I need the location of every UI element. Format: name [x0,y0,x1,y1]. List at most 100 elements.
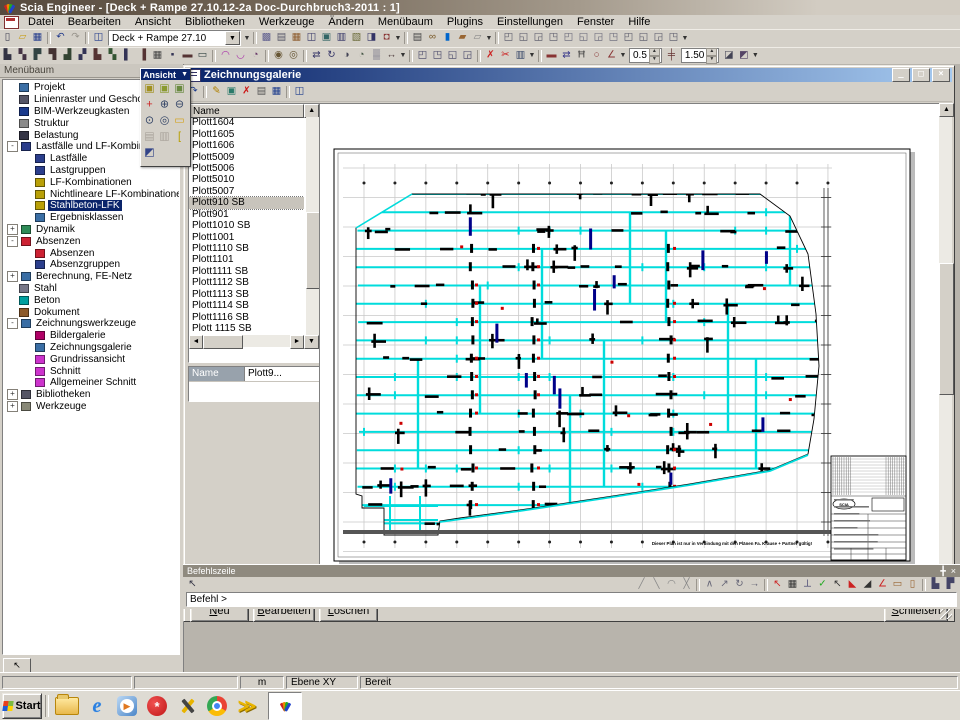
list-item-plott1010-sb[interactable]: Plott1010 SB [189,220,304,231]
close-icon[interactable]: × [951,566,956,577]
scale-icon[interactable]: ◔ [354,49,369,63]
list-column-header[interactable]: Name [189,104,304,118]
zoom-in-icon[interactable]: ⊕ [157,97,172,113]
select-icon-2[interactable]: ◎ [286,49,301,63]
column-icon-2[interactable]: ▐ [135,49,150,63]
list-item-plott1113-sb[interactable]: Plott1113 SB [189,289,304,300]
preview-plot-icon[interactable]: ◫ [292,85,307,99]
command-panel-title[interactable]: Befehlszeile ╋ × [183,565,960,577]
beam-icon-8[interactable]: ▚ [105,49,120,63]
circle-icon[interactable]: ○ [589,49,604,63]
list-item-plott5010[interactable]: Plott5010 [189,174,304,185]
toolbar-more-icon[interactable]: ▼ [485,35,493,42]
tree-item-absenzgruppen[interactable]: Absenzgruppen [3,259,179,271]
folder-icon[interactable] [52,693,82,719]
list-item-plott5006[interactable]: Plott5006 [189,163,304,174]
menu-einstellungen[interactable]: Einstellungen [490,16,570,28]
expand-icon[interactable]: + [7,401,18,412]
layer-select-icon[interactable]: ◪ [721,49,736,63]
chrome-icon[interactable] [202,693,232,719]
tree-item-stahlbeton-lfk[interactable]: Stahlbeton-LFK [3,200,179,212]
snap-angle-icon[interactable]: ∠ [875,578,890,592]
rotate-icon[interactable]: ↻ [324,49,339,63]
view-param-icon-1[interactable]: ◰ [501,31,516,45]
select-icon-1[interactable]: ◉ [271,49,286,63]
tree-item-beton[interactable]: Beton [3,294,179,306]
project-combo[interactable]: Deck + Rampe 27.10 ▼ [108,30,241,46]
list-item-plott1101[interactable]: Plott1101 [189,254,304,265]
tree-item-bildergalerie[interactable]: Bildergalerie [3,330,179,342]
view-param-icon-9[interactable]: ◰ [621,31,636,45]
command-input[interactable]: Befehl > [186,592,957,607]
collapse-icon[interactable]: - [7,318,18,329]
picture-icon[interactable]: ◫ [304,31,319,45]
snap-rotate-icon[interactable]: ↻ [732,578,747,592]
tree-item-berechnung-fe-netz[interactable]: +Berechnung, FE-Netz [3,271,179,283]
scia-hand-icon[interactable]: * [142,693,172,719]
edit-plot-icon[interactable]: ✎ [209,85,224,99]
list-item-plott1110-sb[interactable]: Plott1110 SB [189,243,304,254]
maximize-button[interactable]: □ [912,68,930,82]
tree-item-zeichnungsgalerie[interactable]: Zeichnungsgalerie [3,342,179,354]
snap-int-icon[interactable]: ◢ [860,578,875,592]
view-param-icon-6[interactable]: ◱ [576,31,591,45]
plane-icon-2[interactable]: ▛ [943,578,958,592]
tree-item-schnitt[interactable]: Schnitt [3,365,179,377]
copy-picture-icon[interactable]: ▣ [319,31,334,45]
toolbar-more-icon[interactable]: ▼ [528,52,536,59]
move-icon[interactable]: ⇄ [309,49,324,63]
minimize-button[interactable]: _ [892,68,910,82]
media-player-icon[interactable]: ▶ [112,693,142,719]
list-vertical-scrollbar[interactable] [306,117,319,335]
property-name-cell[interactable]: Name [189,367,245,381]
menu-bearbeiten[interactable]: Bearbeiten [61,16,128,28]
expand-icon[interactable]: + [7,271,18,282]
arc-icon[interactable]: ◔ [248,49,263,63]
dim-2-icon[interactable]: ⇄ [559,49,574,63]
save-icon[interactable]: ▦ [30,31,45,45]
calc-icon[interactable]: ◘ [379,31,394,45]
zoom-window-icon[interactable]: ⊙ [142,113,157,129]
tree-item-nichtlineare-lf-kombinationen[interactable]: Nichtlineare LF-Kombinationen [3,188,179,200]
snap-step-spinner[interactable]: 0.5▲▼ [629,48,662,63]
menu-hilfe[interactable]: Hilfe [621,16,657,28]
menu-ndern[interactable]: Ändern [321,16,370,28]
view-settings-icon[interactable]: ◩ [142,145,157,161]
scroll-left-icon[interactable]: ◄ [189,335,203,349]
beam-icon-6[interactable]: ▞ [75,49,90,63]
delete-plot-icon[interactable]: ✗ [239,85,254,99]
tree-item-stahl[interactable]: Stahl [3,283,179,295]
modify-red-icon[interactable]: ✂ [498,49,513,63]
view-param-icon-10[interactable]: ◱ [636,31,651,45]
gallery-icon[interactable]: ▦ [289,31,304,45]
cursor-snap-icon[interactable]: ↖ [770,578,785,592]
view-param-icon-12[interactable]: ◳ [666,31,681,45]
status-plane[interactable]: Ebene XY [286,676,358,689]
column-icon-1[interactable]: ▌ [120,49,135,63]
snap-end-icon[interactable]: ↖ [830,578,845,592]
axes-icon[interactable]: + [142,97,157,113]
scale-spinner[interactable]: 1.50▲▼ [681,48,719,63]
menu-datei[interactable]: Datei [21,16,61,28]
dim-h-icon[interactable]: Ħ [574,49,589,63]
property-value-cell[interactable]: Plott9... [245,367,319,381]
layers-icon[interactable]: ▧ [349,31,364,45]
node-icon[interactable]: ▪ [165,49,180,63]
print-view-icon[interactable]: ▤ [142,129,157,145]
ortho-icon[interactable]: ⊥ [800,578,815,592]
toolbar-more-icon[interactable]: ▼ [619,52,627,59]
list-item-plott1604[interactable]: Plott1604 [189,117,304,128]
snap-arc-icon[interactable]: ◠ [664,578,679,592]
tools-icon[interactable] [172,693,202,719]
snap-line-icon[interactable]: ╱ [634,578,649,592]
scroll-up-icon[interactable]: ▲ [939,103,954,117]
curve-icon-1[interactable]: ◠ [218,49,233,63]
toolbar-more-icon[interactable]: ▼ [681,35,689,42]
view-param-icon-5[interactable]: ◰ [561,31,576,45]
mirror-icon[interactable]: ◑ [339,49,354,63]
menu-menbaum[interactable]: Menübaum [371,16,440,28]
array-icon[interactable]: ▒ [369,49,384,63]
snap-mid-icon[interactable]: ◣ [845,578,860,592]
tree-item-zeichnungswerkzeuge[interactable]: -Zeichnungswerkzeuge [3,318,179,330]
beam-icon-4[interactable]: ▜ [45,49,60,63]
